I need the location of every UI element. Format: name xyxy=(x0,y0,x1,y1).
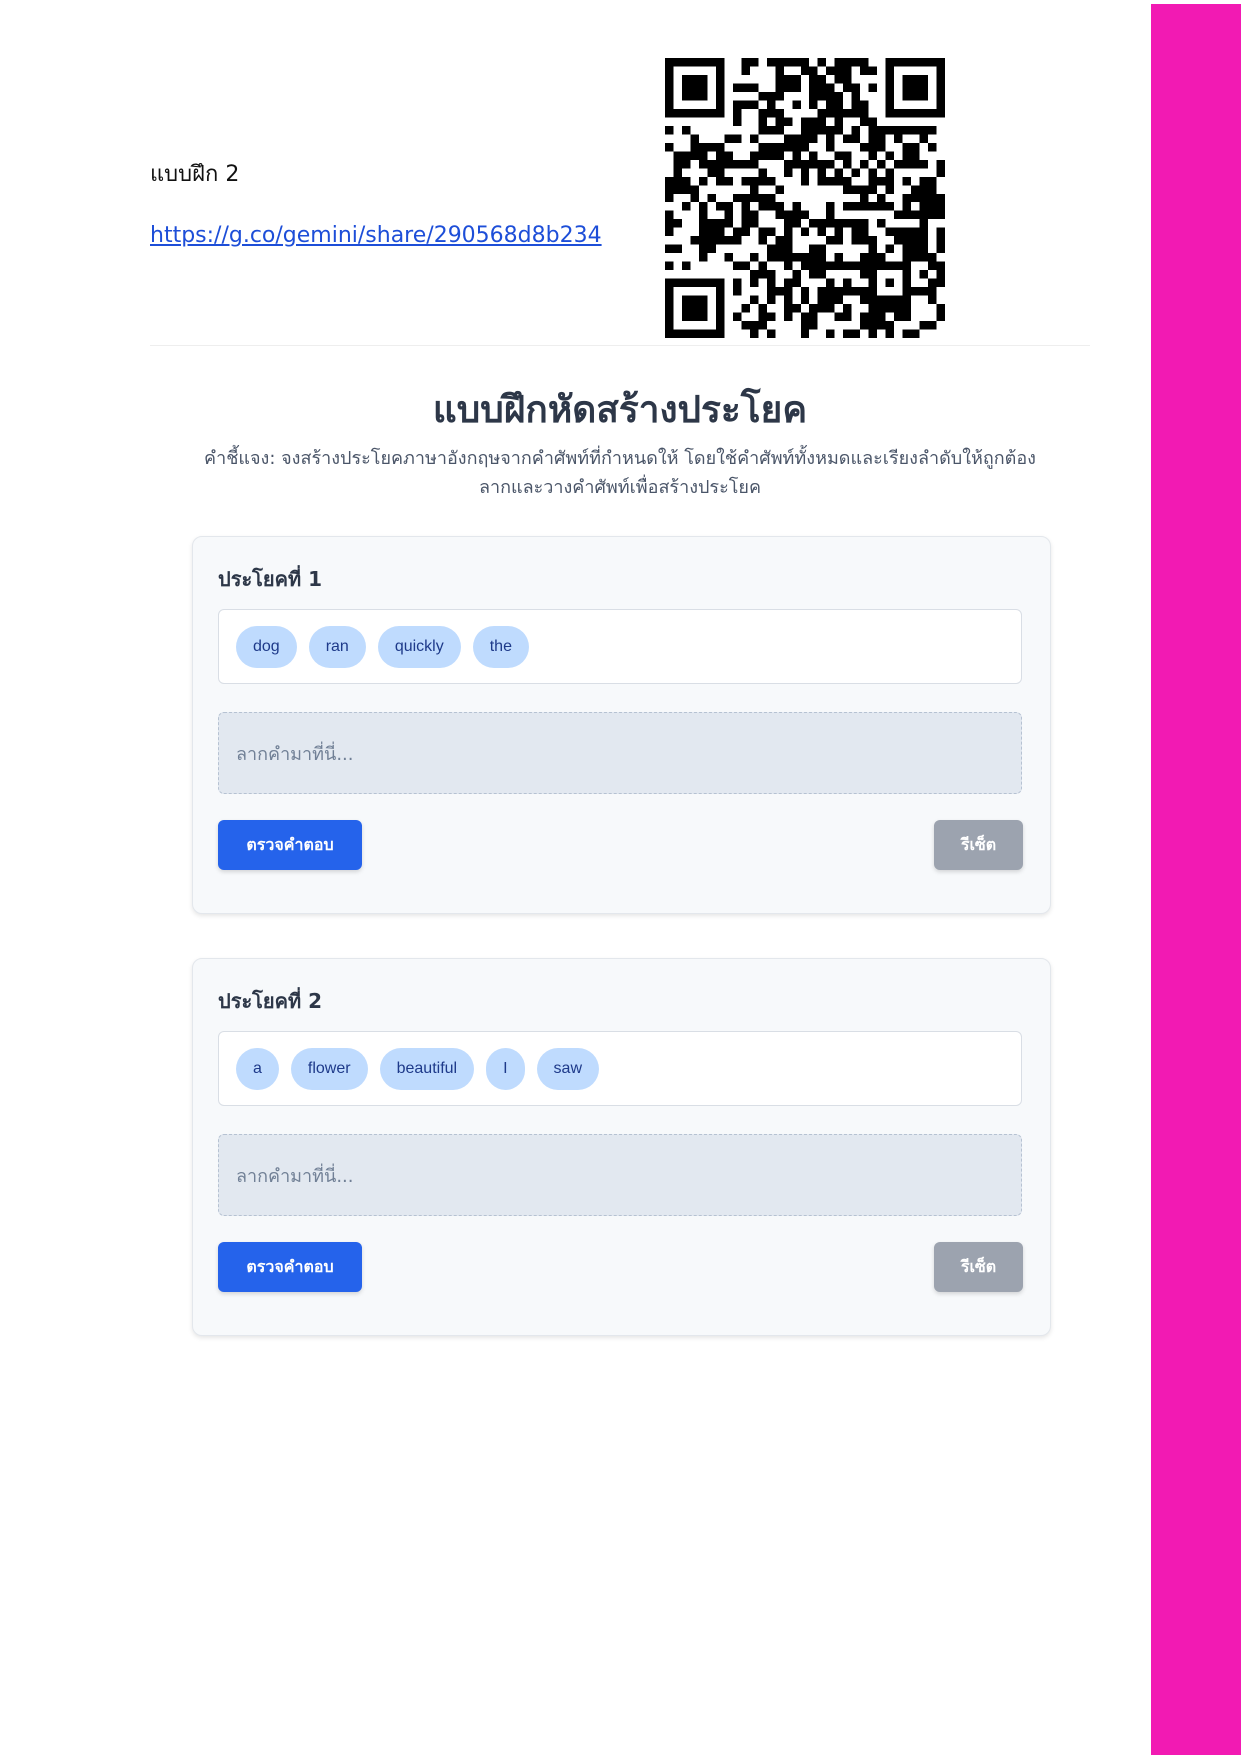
instructions-line-2: ลากและวางคำศัพท์เพื่อสร้างประโยค xyxy=(478,477,762,498)
share-link[interactable]: https://g.co/gemini/share/290568d8b234 xyxy=(150,223,602,248)
exercise-card-1: ประโยคที่ 1 dog ran quickly the ลากคำมาท… xyxy=(192,536,1051,914)
reset-button[interactable]: รีเซ็ต xyxy=(934,820,1023,870)
check-answer-button[interactable]: ตรวจคำตอบ xyxy=(218,1242,362,1292)
word-chip[interactable]: flower xyxy=(290,1047,368,1090)
word-bank: a flower beautiful I saw xyxy=(218,1031,1022,1106)
instructions: คำชี้แจง: จงสร้างประโยคภาษาอังกฤษจากคำศั… xyxy=(190,444,1050,502)
word-bank: dog ran quickly the xyxy=(218,609,1022,684)
qr-code-icon xyxy=(665,58,945,338)
divider xyxy=(150,345,1090,346)
instructions-line-1: คำชี้แจง: จงสร้างประโยคภาษาอังกฤษจากคำศั… xyxy=(204,448,1036,469)
word-chip[interactable]: quickly xyxy=(377,625,461,668)
word-chip[interactable]: ran xyxy=(308,625,366,668)
drop-zone-placeholder: ลากคำมาที่นี่... xyxy=(236,1165,354,1187)
side-color-bar xyxy=(1151,4,1241,1755)
exercise-label: แบบฝึก 2 xyxy=(150,162,240,187)
page-title: แบบฝึกหัดสร้างประโยค xyxy=(432,388,808,431)
drop-zone-placeholder: ลากคำมาที่นี่... xyxy=(236,743,354,765)
drop-zone[interactable]: ลากคำมาที่นี่... xyxy=(218,712,1022,794)
word-chip[interactable]: I xyxy=(486,1047,525,1090)
exercise-title: ประโยคที่ 1 xyxy=(218,567,323,591)
check-answer-button[interactable]: ตรวจคำตอบ xyxy=(218,820,362,870)
word-chip[interactable]: dog xyxy=(236,625,297,668)
reset-button[interactable]: รีเซ็ต xyxy=(934,1242,1023,1292)
word-chip[interactable]: beautiful xyxy=(379,1047,475,1090)
word-chip[interactable]: the xyxy=(472,625,529,668)
word-chip[interactable]: a xyxy=(236,1047,279,1090)
drop-zone[interactable]: ลากคำมาที่นี่... xyxy=(218,1134,1022,1216)
exercise-title: ประโยคที่ 2 xyxy=(218,989,323,1013)
exercise-card-2: ประโยคที่ 2 a flower beautiful I saw ลาก… xyxy=(192,958,1051,1336)
word-chip[interactable]: saw xyxy=(536,1047,599,1090)
